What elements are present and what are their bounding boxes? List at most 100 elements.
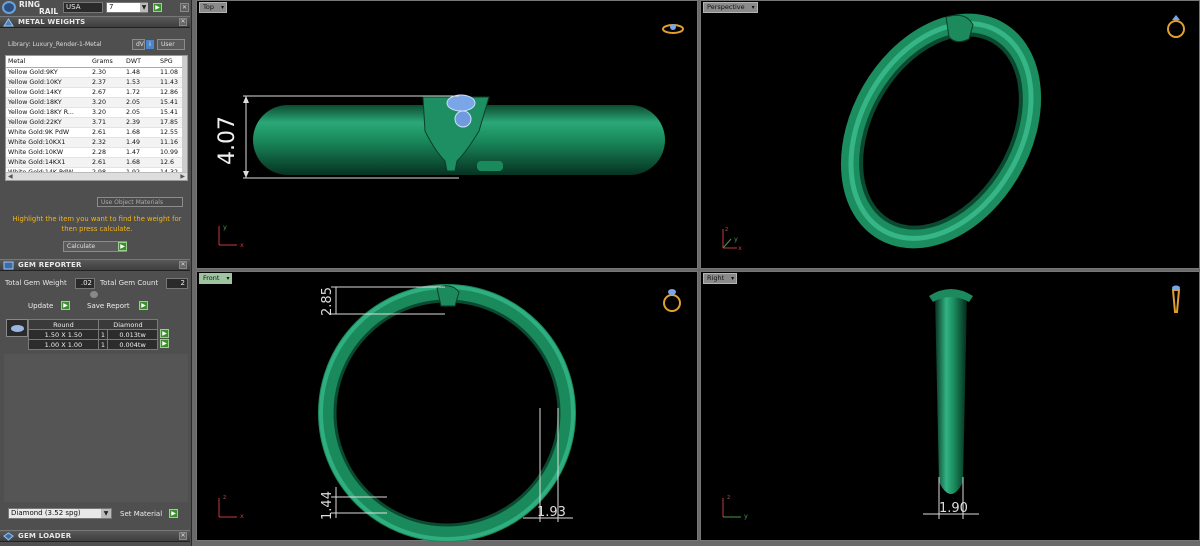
gem-table[interactable]: Round Diamond 1.50 X 1.50 1 0.013tw 1.00 X … xyxy=(28,319,159,350)
table-cell: 11.08 xyxy=(158,67,182,78)
axis-label-y: y xyxy=(744,512,748,520)
table-row[interactable]: White Gold:10KX1 2.32 1.49 11.16 xyxy=(6,137,182,149)
table-row[interactable]: White Gold:14KX1 2.61 1.68 12.6 xyxy=(6,157,182,169)
table-cell: White Gold:10KX1 xyxy=(6,137,90,149)
region-field[interactable]: USA xyxy=(63,2,103,13)
gem-thumbnail-icon xyxy=(6,319,28,337)
gem-loader-icon xyxy=(3,532,14,541)
close-icon[interactable]: ✕ xyxy=(179,261,187,269)
gem-reporter-header[interactable]: GEM REPORTER ✕ xyxy=(0,259,190,271)
apply-size-button[interactable]: ▶ xyxy=(153,3,162,12)
metal-weights-title: METAL WEIGHTS xyxy=(18,18,86,26)
viewport-perspective[interactable]: Perspective z x y xyxy=(700,0,1200,269)
total-gem-count-label: Total Gem Count xyxy=(100,279,159,287)
table-cell: 11.43 xyxy=(158,77,182,88)
ring-gallery-top xyxy=(477,161,503,171)
gem-row-go-button[interactable]: ▶ xyxy=(160,339,169,348)
table-cell: 1.72 xyxy=(124,87,158,98)
table-cell: 3.20 xyxy=(90,97,124,108)
close-icon[interactable]: ✕ xyxy=(179,18,187,26)
gem-top-small xyxy=(454,110,472,128)
table-cell: 1.53 xyxy=(124,77,158,88)
table-row[interactable]: Yellow Gold:9KY 2.30 1.48 11.08 xyxy=(6,67,182,78)
axis-label-x: x xyxy=(240,512,244,520)
gem-cell-qty: 1 xyxy=(97,329,109,340)
ring-preview-icon xyxy=(1171,285,1181,313)
gem-cell-qty: 1 xyxy=(97,339,109,350)
viewport-top[interactable]: Top 4.07 y x xyxy=(196,0,698,269)
front-view-canvas xyxy=(218,284,576,542)
scroll-left-icon[interactable]: ◀ xyxy=(8,173,13,180)
total-gem-count-value: 2 xyxy=(166,278,188,289)
close-icon[interactable]: ✕ xyxy=(179,532,187,540)
app-brand: RING RAIL xyxy=(19,1,58,16)
table-cell: 2.67 xyxy=(90,87,124,98)
calculate-go-button[interactable]: ▶ xyxy=(118,242,127,251)
set-material-button[interactable]: Set Material xyxy=(120,510,162,518)
gem-cell-weight: 0.013tw xyxy=(107,329,158,340)
update-go-button[interactable]: ▶ xyxy=(61,301,70,310)
left-panel: RING RAIL USA 7 ▼ ▶ ✕ METAL WEIGHTS ✕ Li… xyxy=(0,0,192,546)
ring-rail-logo-icon xyxy=(2,1,16,14)
table-cell: 3.71 xyxy=(90,117,124,129)
gem-reporter-empty-area xyxy=(4,354,188,502)
update-button[interactable]: Update xyxy=(28,302,53,310)
info-icon[interactable]: i xyxy=(146,40,154,49)
gem-row[interactable]: 1.50 X 1.50 1 0.013tw xyxy=(28,329,158,340)
table-row[interactable]: Yellow Gold:18KY R... 3.20 2.05 15.41 xyxy=(6,107,182,118)
collapse-toggle-icon[interactable] xyxy=(90,291,98,298)
table-row[interactable]: Yellow Gold:22KY 3.71 2.39 17.85 xyxy=(6,117,182,129)
table-row[interactable]: White Gold:10KW 2.28 1.47 10.99 xyxy=(6,147,182,159)
column-header[interactable]: SPG xyxy=(158,56,182,68)
axis-label-x: x xyxy=(738,244,742,252)
perspective-view-canvas xyxy=(722,13,1042,249)
ring-head-front xyxy=(436,285,460,307)
viewport-label-front[interactable]: Front xyxy=(199,273,233,284)
table-cell: 2.05 xyxy=(124,97,158,108)
viewport-label-perspective[interactable]: Perspective xyxy=(703,2,758,13)
gem-cell-weight: 0.004tw xyxy=(107,339,158,350)
horizontal-scrollbar[interactable]: ◀ ▶ xyxy=(6,172,187,180)
gem-loader-header[interactable]: GEM LOADER ✕ xyxy=(0,530,190,542)
table-row[interactable]: White Gold:9K PdW 2.61 1.68 12.55 xyxy=(6,127,182,139)
gem-row-go-button[interactable]: ▶ xyxy=(160,329,169,338)
use-object-materials-button[interactable]: Use Object Materials xyxy=(97,197,183,207)
dimension-band-width: 1.90 xyxy=(939,501,968,516)
close-icon[interactable]: ✕ xyxy=(180,3,189,12)
calculate-hint: Highlight the item you want to find the … xyxy=(12,215,182,233)
chevron-down-icon[interactable]: ▼ xyxy=(101,509,111,518)
vertical-scrollbar[interactable] xyxy=(182,56,187,174)
table-cell: 1.48 xyxy=(124,67,158,78)
metal-weights-header[interactable]: METAL WEIGHTS ✕ xyxy=(0,16,190,28)
total-gem-weight-label: Total Gem Weight xyxy=(5,279,67,287)
gem-top-large xyxy=(446,94,476,112)
unit-toggle-button[interactable]: dV xyxy=(132,39,145,50)
ring-band-right xyxy=(935,291,967,494)
table-cell: Yellow Gold:22KY xyxy=(6,117,90,129)
save-report-go-button[interactable]: ▶ xyxy=(139,301,148,310)
gem-row[interactable]: 1.00 X 1.00 1 0.004tw xyxy=(28,339,158,350)
column-header[interactable]: DWT xyxy=(124,56,158,68)
table-cell: White Gold:10KW xyxy=(6,147,90,159)
material-select[interactable]: Diamond (3.52 spg) xyxy=(8,508,112,519)
set-material-go-button[interactable]: ▶ xyxy=(169,509,178,518)
viewport-label-right[interactable]: Right xyxy=(703,273,738,284)
table-row[interactable]: Yellow Gold:10KY 2.37 1.53 11.43 xyxy=(6,77,182,88)
metal-weights-table[interactable]: Metal Grams DWT SPG Yellow Gold:9KY 2.30 1… xyxy=(5,55,188,181)
table-row[interactable]: Yellow Gold:18KY 3.20 2.05 15.41 xyxy=(6,97,182,108)
viewport-label-top[interactable]: Top xyxy=(199,2,227,13)
viewport-front[interactable]: Front 2.85 1.44 1.93 z x xyxy=(196,271,698,542)
unit-select[interactable]: User xyxy=(157,39,185,50)
gem-table-header: Round Diamond xyxy=(28,319,159,330)
scroll-right-icon[interactable]: ▶ xyxy=(180,173,185,180)
column-header[interactable]: Metal xyxy=(6,56,90,68)
viewport-right[interactable]: Right 1.90 z y xyxy=(700,271,1200,541)
gem-type-header: Diamond xyxy=(97,319,159,330)
table-cell: Yellow Gold:18KY R... xyxy=(6,107,90,118)
table-cell: 1.68 xyxy=(124,157,158,169)
table-cell: 12.55 xyxy=(158,127,182,139)
chevron-down-icon[interactable]: ▼ xyxy=(140,3,148,12)
save-report-button[interactable]: Save Report xyxy=(87,302,130,310)
column-header[interactable]: Grams xyxy=(90,56,124,68)
table-row[interactable]: Yellow Gold:14KY 2.67 1.72 12.86 xyxy=(6,87,182,98)
